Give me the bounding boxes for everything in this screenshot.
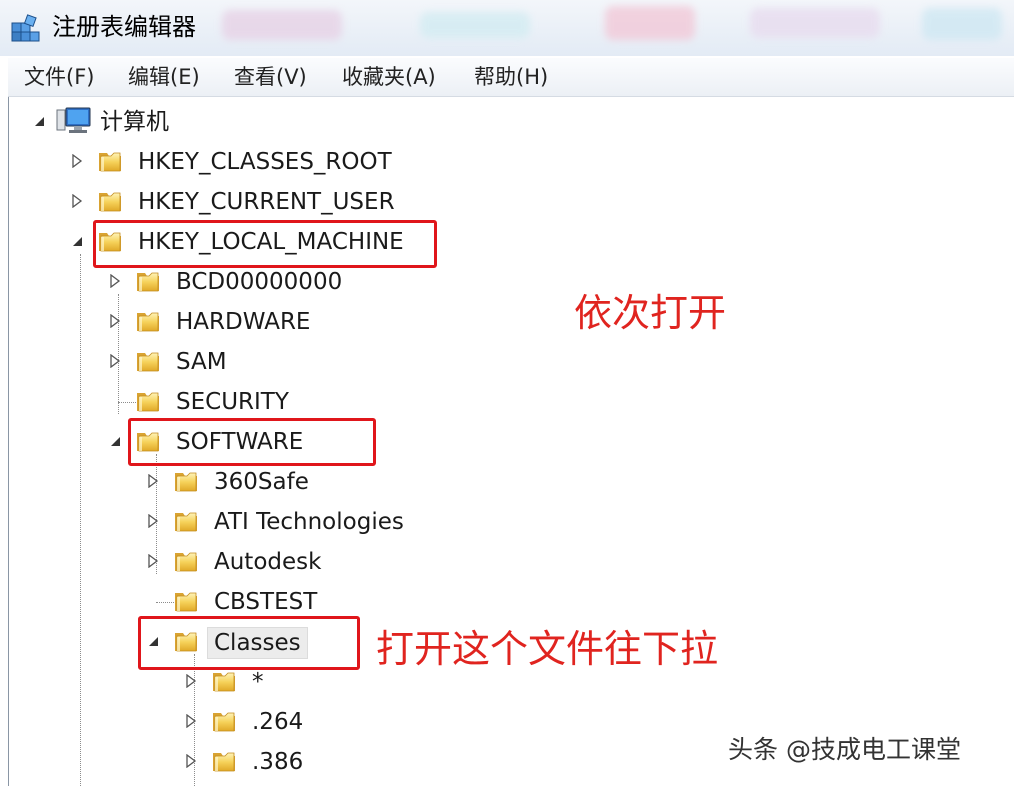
menu-edit[interactable]: 编辑(E) — [128, 64, 200, 90]
registry-editor-icon — [11, 14, 40, 42]
blurred-taskbar-item — [222, 10, 342, 40]
expand-arrow-icon[interactable] — [146, 474, 160, 488]
menu-bar: 文件(F) 编辑(E) 查看(V) 收藏夹(A) 帮助(H) — [8, 58, 1014, 97]
tree-node-360safe[interactable]: 360Safe — [0, 464, 420, 500]
watermark: 头条 @技成电工课堂 — [728, 735, 961, 764]
expand-arrow-icon[interactable] — [70, 154, 84, 168]
highlight-box-classes — [138, 616, 360, 670]
blurred-taskbar-item — [420, 12, 530, 38]
expand-arrow-icon[interactable] — [146, 554, 160, 568]
folder-icon — [172, 547, 200, 575]
tree-node-label: 360Safe — [214, 469, 309, 495]
expand-arrow-icon[interactable] — [108, 314, 122, 328]
tree-node-cbstest[interactable]: CBSTEST — [0, 584, 420, 620]
annotation-open-in-order: 依次打开 — [574, 291, 727, 335]
menu-favorites[interactable]: 收藏夹(A) — [342, 64, 436, 90]
tree-node-label: 计算机 — [100, 109, 169, 135]
tree-node-autodesk[interactable]: Autodesk — [0, 544, 420, 580]
tree-node-label: Autodesk — [214, 549, 322, 575]
tree-node-label: HARDWARE — [176, 309, 311, 335]
tree-node-label: CBSTEST — [214, 589, 318, 615]
folder-icon — [134, 347, 162, 375]
expand-arrow-icon[interactable] — [184, 674, 198, 688]
tree-node-label: HKEY_CURRENT_USER — [138, 189, 395, 215]
tree-node-hkey-current-user[interactable]: HKEY_CURRENT_USER — [0, 184, 420, 220]
expand-arrow-icon[interactable] — [184, 714, 198, 728]
blurred-taskbar-item — [750, 8, 880, 38]
tree-node-264[interactable]: .264 — [0, 704, 420, 740]
collapse-arrow-icon[interactable] — [70, 234, 84, 248]
folder-icon — [134, 267, 162, 295]
title-bar: 注册表编辑器 — [0, 0, 1014, 56]
window-title: 注册表编辑器 — [52, 13, 196, 41]
folder-icon — [172, 507, 200, 535]
folder-icon — [134, 307, 162, 335]
tree-node-label: SECURITY — [176, 389, 289, 415]
folder-icon — [134, 387, 162, 415]
blurred-taskbar-item — [605, 6, 695, 40]
tree-node-hkey-classes-root[interactable]: HKEY_CLASSES_ROOT — [0, 144, 420, 180]
tree-node-bcd[interactable]: BCD00000000 — [0, 264, 400, 300]
tree-node-ati-technologies[interactable]: ATI Technologies — [0, 504, 440, 540]
tree-node-label: HKEY_CLASSES_ROOT — [138, 149, 392, 175]
tree-node-label: SAM — [176, 349, 227, 375]
expand-arrow-icon[interactable] — [184, 754, 198, 768]
folder-icon — [210, 747, 238, 775]
tree-node-386[interactable]: .386 — [0, 744, 420, 780]
menu-view[interactable]: 查看(V) — [234, 64, 307, 90]
highlight-box-software — [128, 418, 376, 466]
tree-node-computer[interactable]: 计算机 — [0, 104, 400, 140]
folder-icon — [210, 667, 238, 695]
folder-icon — [172, 587, 200, 615]
tree-node-label: .386 — [252, 749, 304, 775]
tree-node-label: ATI Technologies — [214, 509, 404, 535]
computer-icon — [56, 107, 91, 133]
expand-arrow-icon[interactable] — [108, 354, 122, 368]
expand-arrow-icon[interactable] — [70, 194, 84, 208]
expand-arrow-icon[interactable] — [146, 514, 160, 528]
tree-node-security[interactable]: SECURITY — [0, 384, 400, 420]
tree-node-label: .264 — [252, 709, 304, 735]
tree-node-label: * — [252, 669, 264, 695]
tree-node-label: BCD00000000 — [176, 269, 343, 295]
folder-icon — [96, 187, 124, 215]
highlight-box-hklm — [93, 220, 437, 268]
tree-node-hardware[interactable]: HARDWARE — [0, 304, 400, 340]
expand-arrow-icon[interactable] — [108, 274, 122, 288]
tree-node-sam[interactable]: SAM — [0, 344, 400, 380]
folder-icon — [172, 467, 200, 495]
menu-file[interactable]: 文件(F) — [24, 64, 94, 90]
folder-icon — [210, 707, 238, 735]
annotation-open-and-scroll: 打开这个文件往下拉 — [376, 627, 719, 671]
collapse-arrow-icon[interactable] — [108, 434, 122, 448]
folder-icon — [96, 147, 124, 175]
blurred-taskbar-item — [922, 8, 1002, 40]
menu-help[interactable]: 帮助(H) — [474, 64, 548, 90]
collapse-arrow-icon[interactable] — [32, 114, 46, 128]
